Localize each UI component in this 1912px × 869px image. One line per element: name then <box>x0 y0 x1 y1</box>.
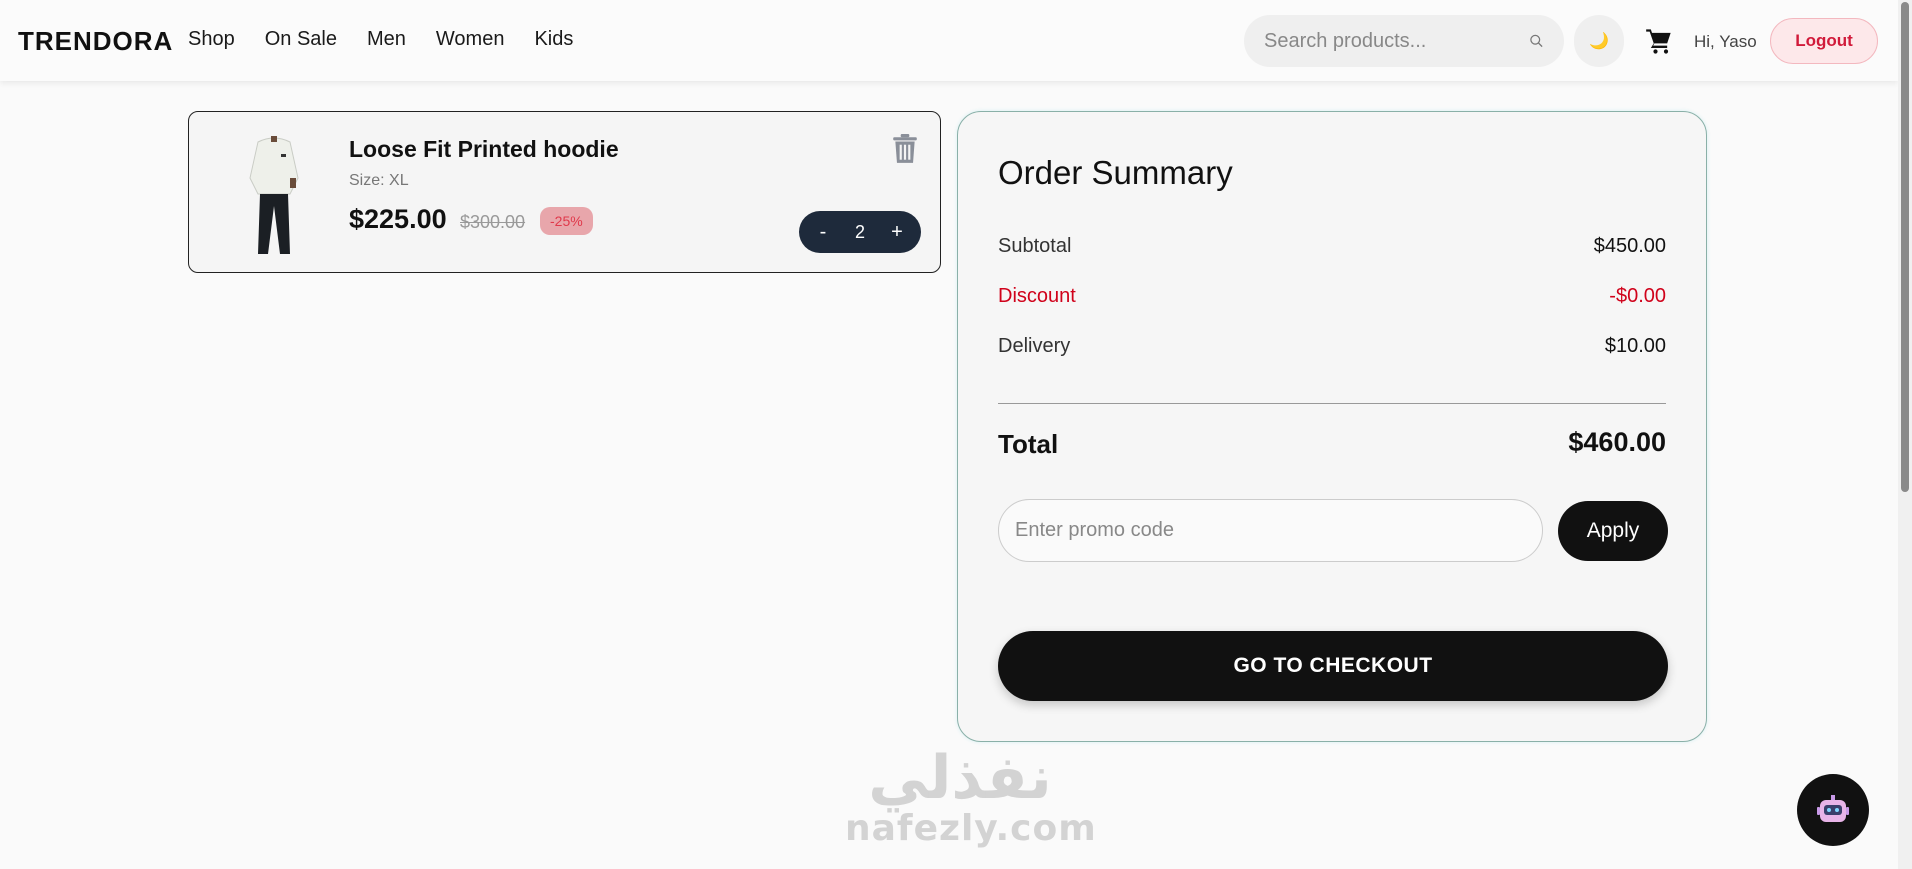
nav-link-kids[interactable]: Kids <box>534 28 573 51</box>
nav-link-on-sale[interactable]: On Sale <box>265 28 337 51</box>
watermark-arabic: نفذلي <box>868 743 1052 813</box>
product-image[interactable] <box>234 128 314 256</box>
discount-label: Discount <box>998 285 1076 307</box>
search-box <box>1244 15 1564 67</box>
increase-quantity-button[interactable]: + <box>887 221 907 244</box>
logout-button[interactable]: Logout <box>1770 18 1878 64</box>
delivery-value: $10.00 <box>1604 335 1666 357</box>
checkout-button[interactable]: GO TO CHECKOUT <box>998 631 1668 701</box>
product-size: Size: XL <box>349 172 409 189</box>
robot-icon <box>1817 795 1849 822</box>
brand-logo[interactable]: TRENDORA <box>18 26 173 57</box>
quantity-stepper: - 2 + <box>799 211 921 253</box>
main-nav: Shop On Sale Men Women Kids <box>188 28 603 51</box>
product-price: $225.00 <box>349 204 447 234</box>
trash-icon[interactable] <box>892 134 918 164</box>
order-summary: Order Summary Subtotal $450.00 Discount … <box>957 111 1707 742</box>
delivery-label: Delivery <box>998 335 1071 357</box>
theme-toggle-button[interactable]: 🌙 <box>1574 15 1624 67</box>
search-input[interactable] <box>1264 29 1529 53</box>
watermark: نفذلي nafezly.com <box>845 743 1097 849</box>
scrollbar-thumb[interactable] <box>1901 2 1909 492</box>
navbar: TRENDORA Shop On Sale Men Women Kids 🌙 H… <box>0 0 1898 81</box>
product-name[interactable]: Loose Fit Printed hoodie <box>349 136 619 163</box>
chatbot-button[interactable] <box>1797 774 1869 846</box>
user-greeting: Hi, Yaso <box>1694 32 1757 51</box>
nav-link-shop[interactable]: Shop <box>188 28 235 51</box>
search-icon[interactable] <box>1529 30 1544 52</box>
nav-link-women[interactable]: Women <box>436 28 505 51</box>
decrease-quantity-button[interactable]: - <box>813 221 833 244</box>
watermark-latin: nafezly.com <box>845 808 1097 849</box>
product-original-price: $300.00 <box>460 212 526 232</box>
summary-title: Order Summary <box>998 154 1233 191</box>
cart-icon[interactable] <box>1645 27 1673 55</box>
nav-link-men[interactable]: Men <box>367 28 406 51</box>
promo-code-input[interactable] <box>998 499 1543 562</box>
subtotal-value: $450.00 <box>1593 235 1666 257</box>
total-value: $460.00 <box>1568 427 1666 457</box>
discount-value: -$0.00 <box>1609 285 1666 307</box>
subtotal-label: Subtotal <box>998 235 1072 257</box>
apply-promo-button[interactable]: Apply <box>1558 501 1668 561</box>
discount-badge: -25% <box>540 207 593 235</box>
cart-item: Loose Fit Printed hoodie Size: XL $225.0… <box>188 111 941 273</box>
moon-icon: 🌙 <box>1589 33 1609 50</box>
total-label: Total <box>998 429 1059 459</box>
summary-divider <box>998 403 1666 404</box>
quantity-value: 2 <box>854 221 865 242</box>
